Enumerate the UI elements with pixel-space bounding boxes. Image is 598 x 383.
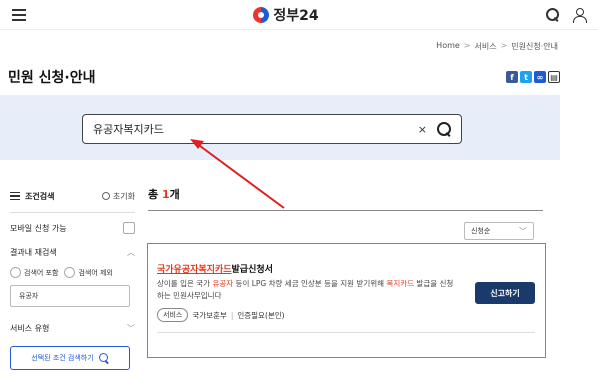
- search-icon[interactable]: [546, 7, 560, 22]
- user-icon[interactable]: [572, 7, 587, 23]
- search-value[interactable]: 유공자복지카드: [93, 121, 418, 137]
- apply-filter-button[interactable]: 선택된 조건 검색하기: [10, 346, 130, 370]
- sort-value: 신청순: [471, 227, 491, 235]
- filter-title: 조건검색: [25, 191, 55, 201]
- total-suffix: 개: [169, 188, 180, 201]
- breadcrumb-current[interactable]: 민원신청·안내: [511, 41, 558, 52]
- radio-include-label: 검색어 포함: [24, 268, 59, 277]
- radio-include[interactable]: 검색어 포함: [10, 267, 58, 278]
- desc-text: 등이 LPG 차량 세금 인상분 등을 지원 받기위해: [233, 279, 387, 288]
- taegeuk-logo-icon: [253, 6, 270, 23]
- logo-text: 정부24: [273, 7, 319, 24]
- facebook-icon[interactable]: f: [506, 71, 518, 83]
- filter-panel: 조건검색 초기화 모바일 신청 가능 결과내 재검색 ︿ 검색어 포함 검색어 …: [10, 188, 135, 370]
- breadcrumb-services[interactable]: 서비스: [475, 41, 497, 52]
- filter-icon: [10, 192, 20, 200]
- share-buttons: f t ∞ ▤: [506, 71, 560, 83]
- result-meta: 서비스 국가보훈부 | 인증필요(본인): [157, 308, 285, 322]
- sort-select[interactable]: 신청순 ﹀: [464, 222, 534, 240]
- radio-exclude[interactable]: 검색어 제외: [64, 267, 113, 278]
- desc-highlight: 유공자: [212, 279, 234, 288]
- divider: [148, 210, 543, 211]
- radio-exclude-label: 검색어 제외: [78, 268, 113, 277]
- result-total: 총 1개: [148, 186, 543, 204]
- report-button[interactable]: 신고하기: [475, 282, 535, 304]
- mobile-filter[interactable]: 모바일 신청 가능: [10, 221, 135, 235]
- breadcrumb-separator: >: [463, 41, 471, 50]
- mobile-label: 모바일 신청 가능: [10, 223, 67, 233]
- top-bar: 정부24: [0, 0, 598, 30]
- reset-icon: [101, 192, 110, 200]
- chevron-down-icon[interactable]: ﹀: [127, 323, 135, 334]
- total-count: 1: [161, 188, 170, 201]
- breadcrumb-separator: >: [500, 41, 508, 50]
- link-icon[interactable]: ∞: [534, 71, 546, 83]
- meta-separator: |: [230, 310, 234, 320]
- service-tag: 서비스: [157, 308, 189, 322]
- search-input[interactable]: 유공자복지카드 ×: [82, 114, 462, 144]
- chevron-down-icon: ﹀: [519, 226, 527, 236]
- result-title-highlight[interactable]: 국가유공자복지카드: [157, 265, 232, 275]
- desc-highlight: 복지카드: [386, 279, 415, 288]
- breadcrumb-home[interactable]: Home: [436, 41, 460, 52]
- divider: [157, 332, 535, 333]
- radio-icon[interactable]: [10, 267, 21, 278]
- service-type-label: 서비스 유형: [10, 324, 50, 333]
- auth-label: 인증필요(본인): [237, 310, 285, 320]
- menu-icon[interactable]: [12, 8, 26, 21]
- radio-icon[interactable]: [64, 267, 76, 278]
- within-search-input[interactable]: 유공자: [10, 285, 130, 307]
- site-logo[interactable]: 정부24: [253, 5, 319, 25]
- within-search-header[interactable]: 결과내 재검색 ︿: [10, 247, 135, 258]
- print-icon[interactable]: ▤: [548, 71, 560, 83]
- service-type-header[interactable]: 서비스 유형 ﹀: [10, 323, 135, 334]
- clear-icon[interactable]: ×: [418, 123, 427, 136]
- within-search-title: 결과내 재검색: [10, 248, 57, 257]
- apply-filter-label: 선택된 조건 검색하기: [31, 354, 94, 362]
- chevron-up-icon[interactable]: ︿: [127, 247, 135, 258]
- page-title: 민원 신청·안내: [8, 70, 96, 86]
- results-header: 총 1개: [148, 186, 543, 211]
- twitter-icon[interactable]: t: [520, 71, 532, 83]
- result-description: 상이를 입은 국가 유공자 등이 LPG 차량 세금 인상분 등을 지원 받기위…: [157, 278, 457, 302]
- reset-button[interactable]: 초기화: [101, 191, 135, 202]
- agency-label: 국가보훈부: [192, 310, 227, 320]
- divider: [10, 212, 135, 213]
- mobile-checkbox[interactable]: [123, 222, 135, 234]
- result-title-rest[interactable]: 발급신청서: [232, 265, 273, 275]
- search-submit-icon[interactable]: [437, 122, 451, 136]
- desc-text: 상이를 입은 국가: [157, 279, 213, 288]
- total-prefix: 총: [148, 188, 162, 201]
- search-icon: [98, 353, 109, 363]
- result-title[interactable]: 국가유공자복지카드발급신청서: [157, 262, 273, 275]
- reset-label: 초기화: [112, 191, 135, 201]
- result-card: 국가유공자복지카드발급신청서 상이를 입은 국가 유공자 등이 LPG 차량 세…: [147, 243, 546, 358]
- breadcrumb: Home > 서비스 > 민원신청·안내: [436, 41, 558, 52]
